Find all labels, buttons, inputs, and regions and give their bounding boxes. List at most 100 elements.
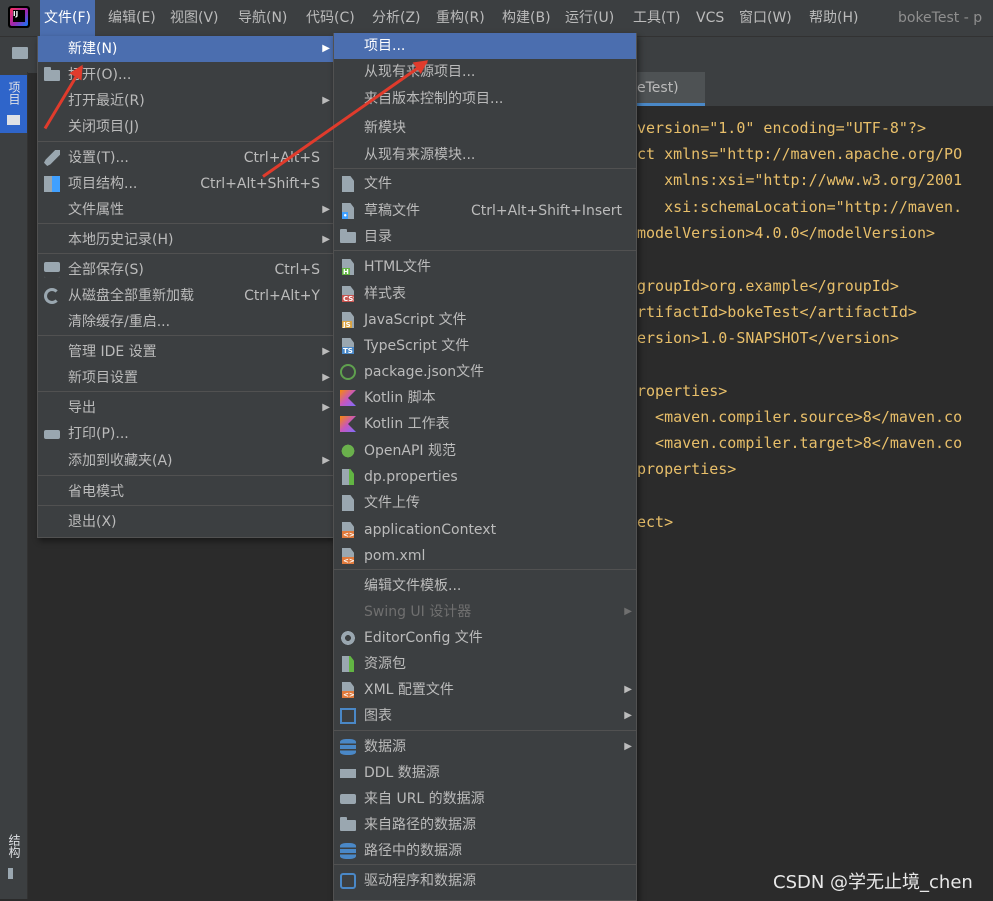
javascript-file-icon: JS [342, 312, 354, 328]
menu-item-label: dp.properties [364, 469, 458, 485]
menu-5[interactable]: 分析(Z) [368, 0, 425, 36]
new-menu-item[interactable]: <> applicationContext [334, 517, 636, 543]
editor-tab-pom[interactable]: eTest) [637, 72, 705, 106]
new-menu-item[interactable]: 来自版本控制的项目... [334, 86, 636, 112]
new-menu-item[interactable]: 资源包 [334, 651, 636, 677]
new-menu-item[interactable]: 新模块 [334, 115, 636, 141]
submenu-arrow-icon: ▶ [624, 684, 632, 695]
file-menu-item[interactable]: 从磁盘全部重新加载 Ctrl+Alt+Y [38, 283, 334, 309]
menu-10[interactable]: VCS [692, 0, 728, 36]
intellij-logo-icon: IJ [8, 6, 30, 28]
new-menu-item[interactable]: 来自 URL 的数据源 [334, 786, 636, 812]
structure-tool-tab[interactable]: 结构 [0, 830, 27, 885]
new-menu-item[interactable]: Kotlin 脚本 [334, 385, 636, 411]
menu-item-label: XML 配置文件 [364, 682, 454, 698]
menu-item-label: 清除缓存/重启... [68, 314, 171, 330]
typescript-file-icon: TS [342, 338, 354, 354]
menu-item-label: 文件属性 [68, 202, 124, 218]
menu-4[interactable]: 代码(C) [302, 0, 359, 36]
menu-item-label: 样式表 [364, 286, 406, 302]
new-menu-item[interactable]: 图表 ▶ [334, 703, 636, 729]
menu-separator [334, 168, 636, 169]
new-menu-item[interactable]: 数据源 ▶ [334, 734, 636, 760]
file-menu-item[interactable]: 导出 ▶ [38, 395, 334, 421]
file-menu-item[interactable]: 新项目设置 ▶ [38, 365, 334, 391]
menu-item-shortcut: Ctrl+Alt+S [243, 150, 320, 166]
file-menu-item[interactable]: 项目结构... Ctrl+Alt+Shift+S [38, 171, 334, 197]
menu-1[interactable]: 编辑(E) [104, 0, 160, 36]
new-submenu: 项目... 从现有来源项目...来自版本控制的项目... 新模块从现有来源模块...… [333, 33, 637, 901]
new-menu-item[interactable]: 来自路径的数据源 [334, 812, 636, 838]
menu-separator [38, 335, 334, 336]
new-menu-item[interactable]: 驱动程序和数据源 [334, 868, 636, 894]
menu-11[interactable]: 窗口(W) [735, 0, 796, 36]
menu-item-label: EditorConfig 文件 [364, 630, 483, 646]
menu-7[interactable]: 构建(B) [498, 0, 555, 36]
new-menu-item[interactable]: Kotlin 工作表 [334, 411, 636, 437]
menu-12[interactable]: 帮助(H) [805, 0, 862, 36]
file-menu-item[interactable]: 全部保存(S) Ctrl+S [38, 257, 334, 283]
file-menu-item[interactable]: 文件属性 ▶ [38, 197, 334, 223]
new-menu-item[interactable]: CSS 样式表 [334, 281, 636, 307]
menu-item-label: pom.xml [364, 548, 426, 564]
new-menu-item[interactable]: JS JavaScript 文件 [334, 307, 636, 333]
new-menu-item[interactable]: 从现有来源项目... [334, 59, 636, 85]
menu-item-label: OpenAPI 规范 [364, 443, 456, 459]
menu-item-label: 目录 [364, 229, 392, 245]
file-menu-item[interactable]: 打印(P)... [38, 421, 334, 447]
new-menu-item[interactable]: 目录 [334, 224, 636, 250]
file-menu-item[interactable]: 本地历史记录(H) ▶ [38, 227, 334, 253]
new-menu-item[interactable]: dp.properties [334, 464, 636, 490]
new-menu-item[interactable]: 文件 [334, 171, 636, 197]
menu-separator [38, 505, 334, 506]
menu-item-shortcut: Ctrl+Alt+Y [244, 288, 320, 304]
code-editor[interactable]: version="1.0" encoding="UTF-8"?> ct xmlns… [637, 106, 993, 899]
new-menu-item[interactable]: package.json文件 [334, 359, 636, 385]
folder-icon[interactable] [12, 47, 28, 59]
new-menu-item[interactable]: 从现有来源模块... [334, 142, 636, 168]
menu-3[interactable]: 导航(N) [234, 0, 291, 36]
code-line: xsi:schemaLocation="http://maven. [637, 198, 963, 216]
file-menu-item[interactable]: 省电模式 [38, 479, 334, 505]
menu-2[interactable]: 视图(V) [166, 0, 223, 36]
menu-item-shortcut: Ctrl+Alt+Shift+S [200, 176, 320, 192]
openapi-icon [340, 443, 356, 459]
folder-icon [7, 115, 20, 125]
file-menu-item[interactable]: 退出(X) [38, 509, 334, 535]
new-menu-item[interactable]: <> XML 配置文件 ▶ [334, 677, 636, 703]
file-menu-item[interactable]: 新建(N) ▶ [38, 36, 334, 62]
window-title: bokeTest - p [898, 10, 983, 26]
new-menu-item[interactable]: 文件上传 [334, 490, 636, 516]
new-menu-item[interactable]: • 草稿文件 Ctrl+Alt+Shift+Insert [334, 198, 636, 224]
menu-item-label: 导出 [68, 400, 96, 416]
menu-item-label: DDL 数据源 [364, 765, 440, 781]
menu-6[interactable]: 重构(R) [432, 0, 489, 36]
menu-item-label: 新项目设置 [68, 370, 138, 386]
new-menu-item[interactable]: DDL 数据源 [334, 760, 636, 786]
menu-9[interactable]: 工具(T) [629, 0, 684, 36]
new-menu-item[interactable]: 编辑文件模板... [334, 573, 636, 599]
menu-separator [38, 141, 334, 142]
new-menu-item[interactable]: 项目... [334, 33, 636, 59]
menu-separator [38, 253, 334, 254]
menu-item-label: 驱动程序和数据源 [364, 873, 476, 889]
new-menu-item[interactable]: H HTML文件 [334, 254, 636, 280]
menu-0[interactable]: 文件(F) [40, 0, 95, 36]
new-menu-item[interactable]: TS TypeScript 文件 [334, 333, 636, 359]
menu-8[interactable]: 运行(U) [561, 0, 618, 36]
diagram-icon [340, 708, 356, 724]
file-menu-item[interactable]: 清除缓存/重启... [38, 309, 334, 335]
reload-icon [44, 288, 60, 304]
save-icon [44, 262, 60, 278]
file-menu-item[interactable]: 添加到收藏夹(A) ▶ [38, 448, 334, 474]
project-tool-tab[interactable]: 项目 [0, 75, 27, 133]
code-line: xmlns:xsi="http://www.w3.org/2001 [637, 171, 963, 189]
new-menu-item[interactable]: OpenAPI 规范 [334, 438, 636, 464]
file-menu-item[interactable]: 关闭项目(J) [38, 114, 334, 140]
new-menu-item[interactable]: 路径中的数据源 [334, 838, 636, 864]
new-menu-item[interactable]: <> pom.xml [334, 543, 636, 569]
menu-item-label: Swing UI 设计器 [364, 604, 472, 620]
file-menu-item[interactable]: 管理 IDE 设置 ▶ [38, 339, 334, 365]
file-menu-item[interactable]: 打开最近(R) ▶ [38, 88, 334, 114]
new-menu-item[interactable]: EditorConfig 文件 [334, 625, 636, 651]
